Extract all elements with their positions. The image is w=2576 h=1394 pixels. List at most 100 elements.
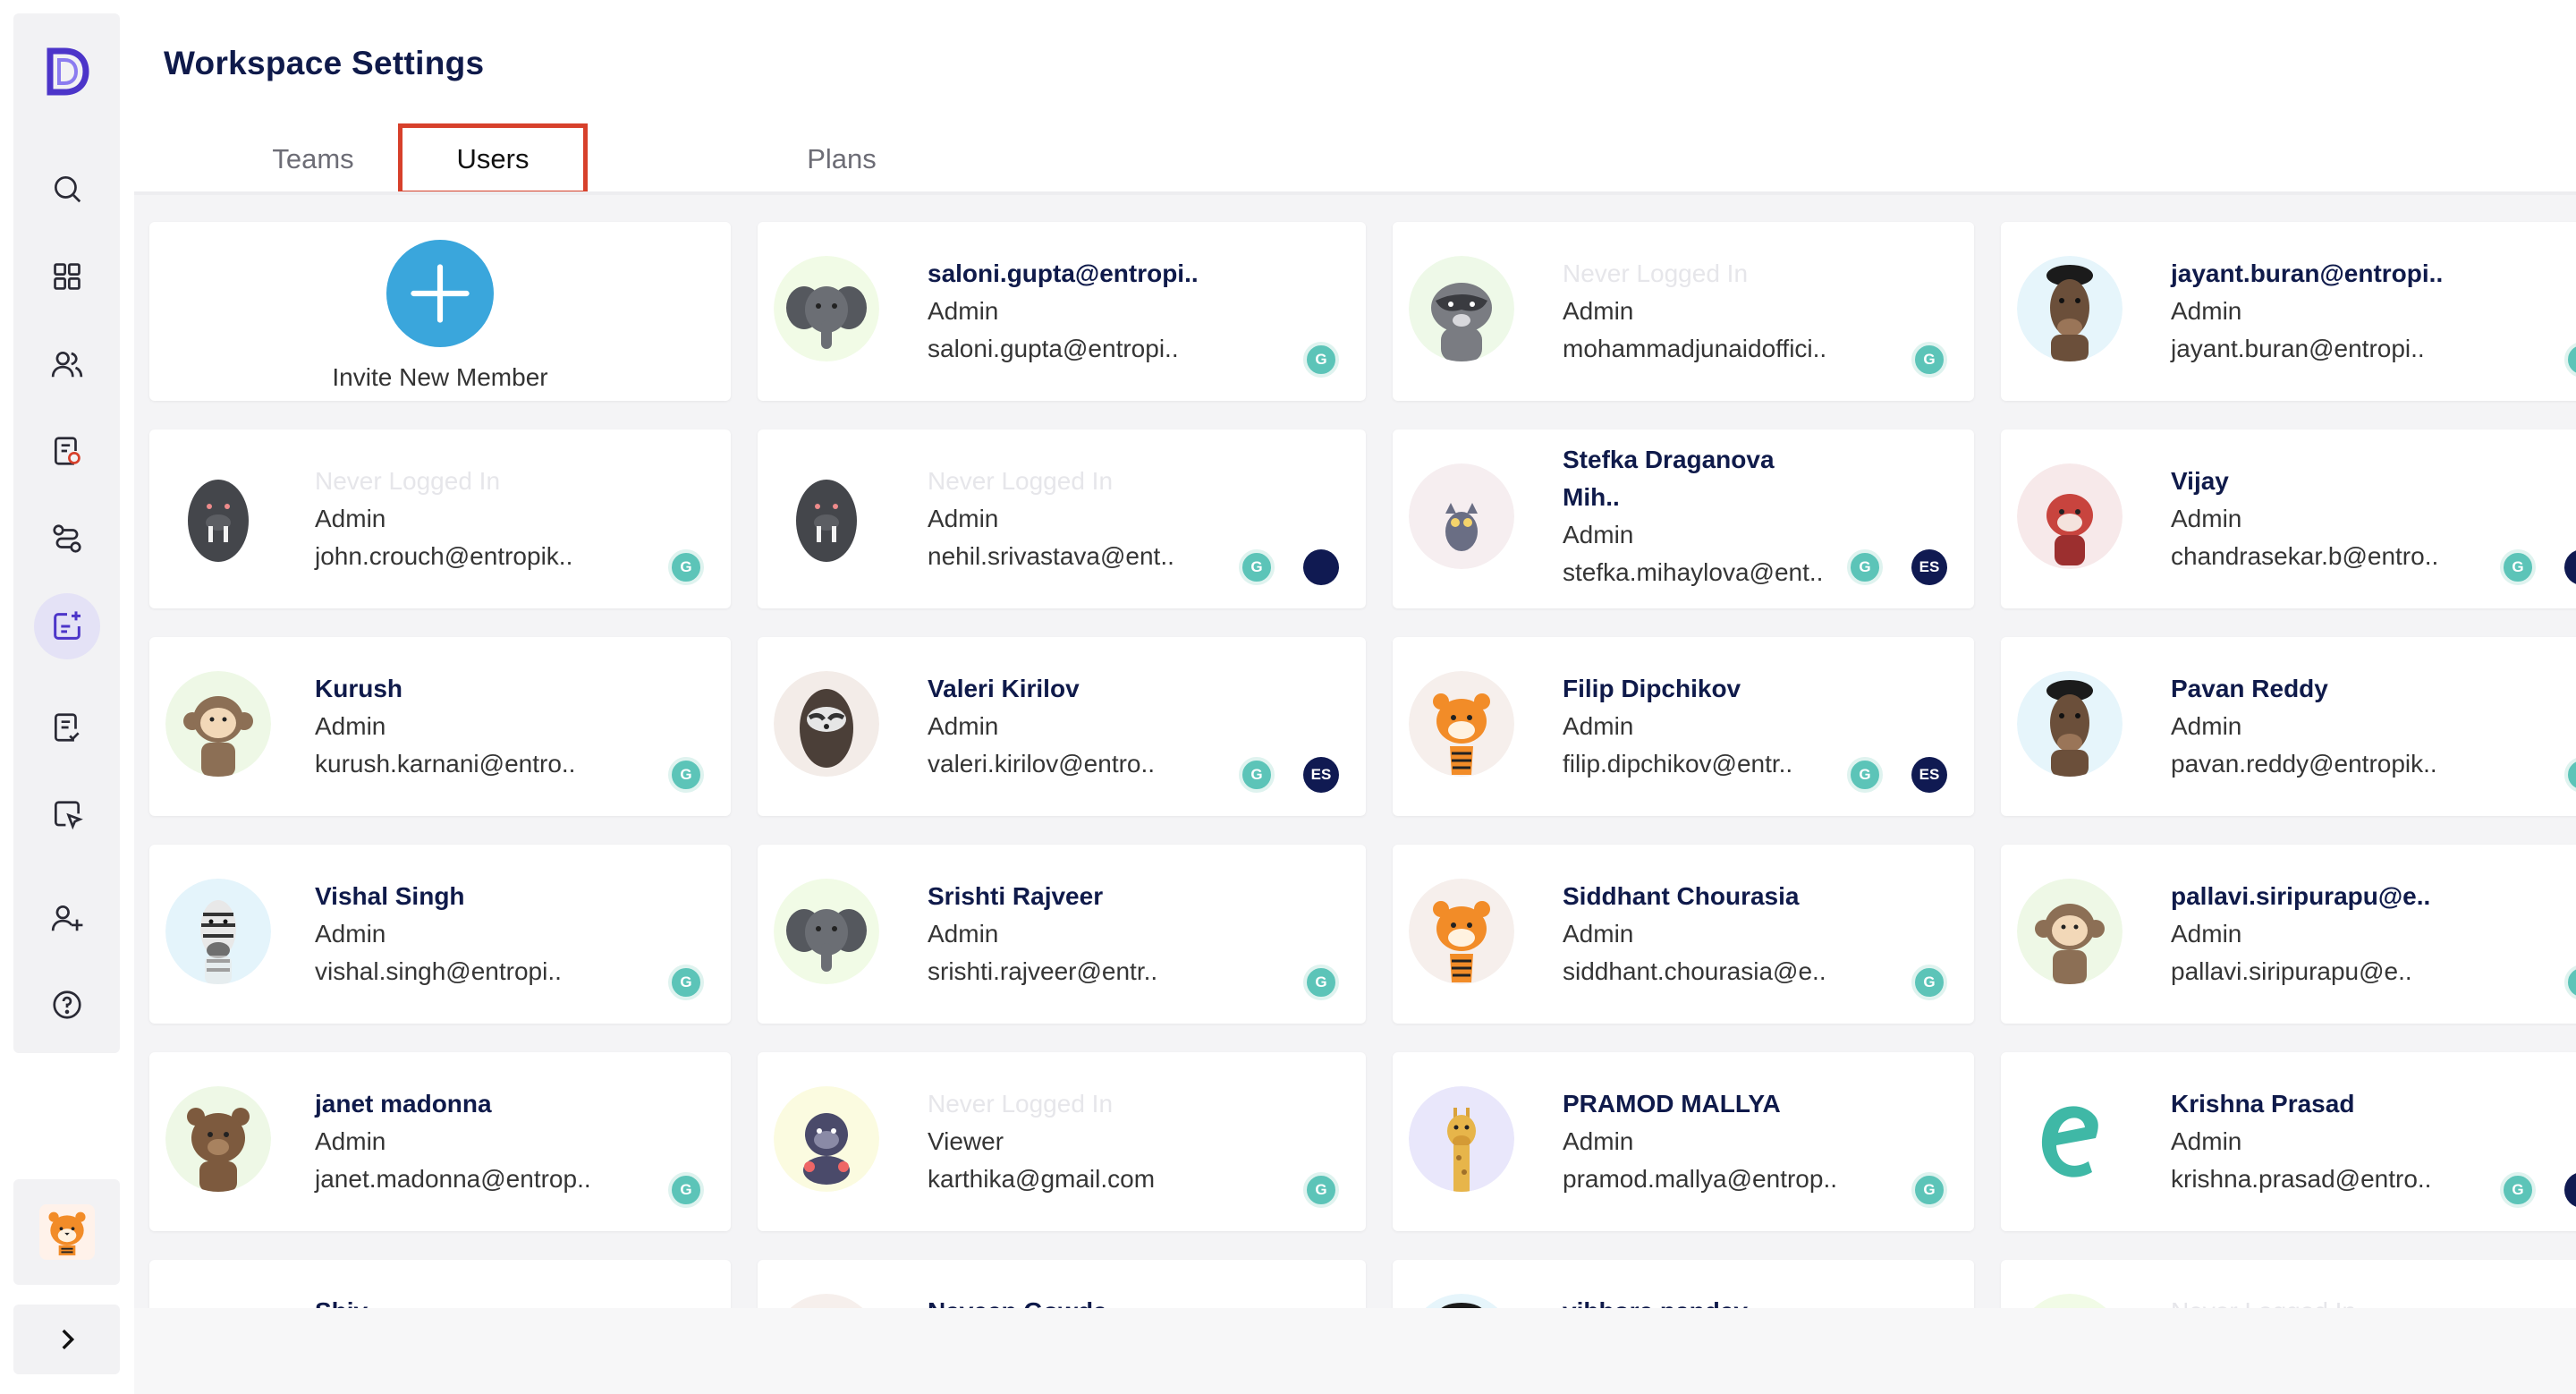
sidebar	[13, 13, 120, 1053]
never-logged-in-label: Never Logged In	[928, 467, 1114, 495]
user-avatar-icon	[2017, 463, 2123, 569]
user-avatar-icon	[2017, 879, 2123, 984]
user-card[interactable]: pallavi.siripurapu@e.. Admin pallavi.sirip…	[2001, 845, 2576, 1024]
user-card[interactable]: vibhore pandey	[1393, 1260, 1974, 1308]
user-email: pramod.mallya@entrop..	[1563, 1165, 1838, 1193]
user-email: vishal.singh@entropi..	[315, 957, 562, 985]
never-logged-in-label: Never Logged In	[1563, 259, 1749, 287]
user-email: kurush.karnani@entro..	[315, 750, 576, 778]
user-name: jayant.buran@entropi..	[2171, 259, 2444, 287]
team-badge: ES	[1911, 757, 1947, 793]
user-name: Kurush	[315, 675, 402, 702]
user-card[interactable]: Krishna Prasad Admin krishna.prasad@entro.…	[2001, 1052, 2576, 1231]
user-card[interactable]: Never Logged In Viewer karthika@gmail.com G	[758, 1052, 1366, 1231]
user-avatar-icon	[2017, 1086, 2123, 1192]
expand-sidebar-button[interactable]	[13, 1305, 120, 1374]
user-name: PRAMOD MALLYA	[1563, 1090, 1781, 1118]
team-badge	[2564, 549, 2576, 585]
user-name: pallavi.siripurapu@e..	[2171, 882, 2431, 910]
user-avatar-icon	[774, 671, 879, 777]
user-email: stefka.mihaylova@ent..	[1563, 558, 1824, 586]
user-card[interactable]: saloni.gupta@entropi.. Admin saloni.gupta@…	[758, 222, 1366, 401]
google-account-badge: G	[1303, 1172, 1339, 1208]
user-name: Filip Dipchikov	[1563, 675, 1741, 702]
user-card[interactable]: Pavan Reddy Admin pavan.reddy@entropik.. G	[2001, 637, 2576, 816]
user-card[interactable]: Vishal Singh Admin vishal.singh@entropi.. G	[149, 845, 731, 1024]
main-content: Workspace Settings Teams Users Plans Inv…	[134, 0, 2576, 1394]
search-icon[interactable]	[44, 166, 90, 212]
user-card[interactable]: Vijay Admin chandrasekar.b@entro.. G	[2001, 429, 2576, 608]
user-email: pallavi.siripurapu@e..	[2171, 957, 2412, 985]
user-email: filip.dipchikov@entr..	[1563, 750, 1793, 778]
current-user-avatar[interactable]	[13, 1179, 120, 1285]
user-avatar-icon	[1409, 879, 1514, 984]
user-card[interactable]: Never Logged In Admin john.crouch@entropik…	[149, 429, 731, 608]
user-role: Admin	[1563, 521, 1634, 548]
google-account-badge: G	[2564, 342, 2576, 378]
google-account-badge: G	[1911, 1172, 1947, 1208]
add-calendar-icon[interactable]	[34, 593, 100, 659]
user-role: Admin	[2171, 712, 2242, 740]
user-card[interactable]: janet madonna Admin janet.madonna@entrop..…	[149, 1052, 731, 1231]
user-name: Naveen Gowda	[928, 1294, 1107, 1308]
never-logged-in-label: Never Logged In	[928, 1090, 1114, 1118]
user-card[interactable]: Shiv	[149, 1260, 731, 1308]
cursor-select-icon[interactable]	[44, 792, 90, 838]
user-card[interactable]: Filip Dipchikov Admin filip.dipchikov@entr…	[1393, 637, 1974, 816]
user-role: Admin	[315, 1127, 386, 1155]
document-check-icon[interactable]	[44, 428, 90, 474]
plus-icon	[411, 264, 470, 323]
never-logged-in-label: Never Logged In	[2171, 1294, 2356, 1308]
user-card[interactable]: Never Logged In	[2001, 1260, 2576, 1308]
user-card[interactable]: Valeri Kirilov Admin valeri.kirilov@entro.…	[758, 637, 1366, 816]
user-role: Admin	[2171, 1127, 2242, 1155]
page-title: Workspace Settings	[164, 45, 485, 81]
google-account-badge: G	[668, 757, 704, 793]
user-avatar-icon	[1409, 1294, 1514, 1308]
user-card[interactable]: Siddhant Chourasia Admin siddhant.chourasi…	[1393, 845, 1974, 1024]
user-role: Admin	[928, 920, 999, 948]
footer-strip	[134, 1308, 2576, 1394]
user-email: valeri.kirilov@entro..	[928, 750, 1156, 778]
user-avatar-icon	[165, 879, 271, 984]
user-avatar-icon	[165, 1294, 271, 1308]
route-icon[interactable]	[44, 515, 90, 562]
help-icon[interactable]	[44, 982, 90, 1028]
tab-teams[interactable]: Teams	[215, 123, 411, 195]
task-list-icon[interactable]	[44, 704, 90, 751]
user-name: Srishti Rajveer	[928, 882, 1104, 910]
user-name: Pavan Reddy	[2171, 675, 2328, 702]
add-user-icon[interactable]	[44, 895, 90, 941]
users-icon[interactable]	[44, 341, 90, 387]
user-card[interactable]: Stefka Draganova Mih.. Admin stefka.mihaylo…	[1393, 429, 1974, 608]
invite-new-member-button[interactable]	[386, 240, 494, 347]
never-logged-in-label: Never Logged In	[315, 467, 501, 495]
user-card[interactable]: Kurush Admin kurush.karnani@entro.. G	[149, 637, 731, 816]
user-avatar-icon	[774, 879, 879, 984]
user-card[interactable]: PRAMOD MALLYA Admin pramod.mallya@entrop..…	[1393, 1052, 1974, 1231]
user-name-continued: Mih..	[1563, 483, 1620, 511]
user-card[interactable]: Never Logged In Admin nehil.srivastava@ent…	[758, 429, 1366, 608]
google-account-badge: G	[1911, 342, 1947, 378]
google-account-badge: G	[1847, 549, 1883, 585]
google-account-badge: G	[1847, 757, 1883, 793]
tab-users[interactable]: Users	[398, 123, 588, 195]
logo-d-icon[interactable]	[45, 46, 89, 98]
team-badge	[2564, 1172, 2576, 1208]
invite-member-card[interactable]: Invite New Member	[149, 222, 731, 401]
user-card[interactable]: jayant.buran@entropi.. Admin jayant.buran@…	[2001, 222, 2576, 401]
user-card[interactable]: Never Logged In Admin mohammadjunaidoffici…	[1393, 222, 1974, 401]
user-role: Viewer	[928, 1127, 1004, 1155]
team-badge: ES	[1911, 549, 1947, 585]
grid-icon[interactable]	[44, 253, 90, 300]
user-avatar-icon	[2017, 1294, 2123, 1308]
user-card[interactable]: Naveen Gowda	[758, 1260, 1366, 1308]
user-avatar-icon	[2017, 256, 2123, 361]
tab-plans[interactable]: Plans	[742, 123, 941, 195]
user-avatar-icon	[165, 671, 271, 777]
user-email: karthika@gmail.com	[928, 1165, 1156, 1193]
user-name: Shiv	[315, 1294, 368, 1308]
user-email: john.crouch@entropik..	[315, 542, 573, 570]
user-card[interactable]: Srishti Rajveer Admin srishti.rajveer@entr…	[758, 845, 1366, 1024]
user-avatar-icon	[165, 1086, 271, 1192]
